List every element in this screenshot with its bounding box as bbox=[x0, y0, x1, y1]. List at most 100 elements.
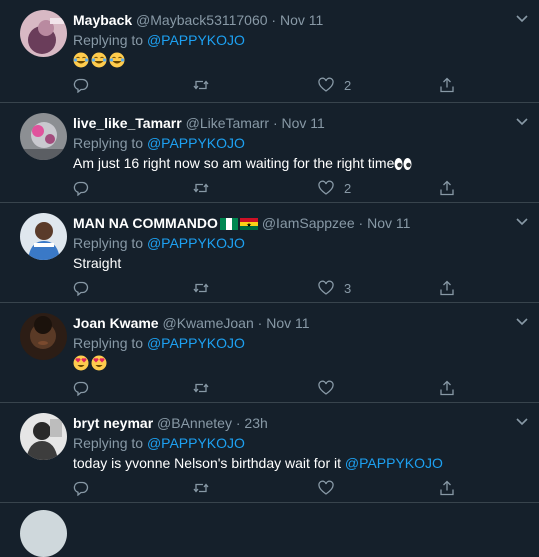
replying-to: Replying to @PAPPYKOJO bbox=[73, 334, 245, 352]
tweet-header: Joan Kwame @KwameJoan · Nov 11 bbox=[73, 314, 310, 332]
heart-icon bbox=[318, 380, 334, 395]
chevron-down-icon[interactable] bbox=[515, 12, 529, 26]
tweet-actions bbox=[73, 479, 463, 497]
share-button[interactable] bbox=[439, 179, 455, 197]
tweet-date[interactable]: Nov 11 bbox=[280, 12, 323, 28]
separator-dot: · bbox=[257, 315, 263, 331]
mention-link[interactable]: @PAPPYKOJO bbox=[345, 455, 443, 471]
share-icon bbox=[440, 380, 454, 396]
reply-icon bbox=[73, 281, 89, 296]
tweet[interactable]: Joan Kwame @KwameJoan · Nov 11 Replying … bbox=[0, 303, 539, 403]
tweet-date[interactable]: Nov 11 bbox=[282, 115, 325, 131]
reply-button[interactable] bbox=[73, 379, 89, 397]
share-icon bbox=[440, 180, 454, 196]
reply-button[interactable] bbox=[73, 179, 89, 197]
replying-to-link[interactable]: @PAPPYKOJO bbox=[147, 435, 245, 451]
like-button[interactable]: 2 bbox=[318, 179, 351, 197]
reply-button[interactable] bbox=[73, 279, 89, 297]
replying-label: Replying to bbox=[73, 32, 144, 48]
tweet[interactable]: bryt neymar @BAnnetey · 23h Replying to … bbox=[0, 403, 539, 503]
tweet-text: today is yvonne Nelson's birthday wait f… bbox=[73, 454, 443, 472]
display-name[interactable]: Joan Kwame bbox=[73, 315, 159, 331]
user-handle[interactable]: @Mayback53117060 bbox=[136, 12, 267, 28]
tweet-date[interactable]: Nov 11 bbox=[367, 215, 410, 231]
separator-dot: · bbox=[272, 115, 278, 131]
share-button[interactable] bbox=[439, 279, 455, 297]
like-button[interactable] bbox=[318, 479, 344, 497]
replying-to: Replying to @PAPPYKOJO bbox=[73, 234, 245, 252]
replying-to-link[interactable]: @PAPPYKOJO bbox=[147, 235, 245, 251]
share-icon bbox=[440, 77, 454, 93]
replying-to-link[interactable]: @PAPPYKOJO bbox=[147, 335, 245, 351]
tweet-date[interactable]: Nov 11 bbox=[266, 315, 309, 331]
share-icon bbox=[440, 480, 454, 496]
retweet-button[interactable] bbox=[193, 179, 209, 197]
retweet-button[interactable] bbox=[193, 479, 209, 497]
nigeria-flag bbox=[219, 218, 238, 230]
reply-icon bbox=[73, 78, 89, 93]
avatar[interactable] bbox=[20, 313, 67, 360]
replying-to-link[interactable]: @PAPPYKOJO bbox=[147, 32, 245, 48]
share-button[interactable] bbox=[439, 76, 455, 94]
avatar[interactable] bbox=[20, 213, 67, 260]
tweet[interactable]: Mayback @Mayback53117060 · Nov 11 Replyi… bbox=[0, 0, 539, 103]
reply-button[interactable] bbox=[73, 76, 89, 94]
avatar[interactable] bbox=[20, 510, 67, 557]
display-name[interactable]: MAN NA COMMANDO bbox=[73, 215, 218, 231]
chevron-down-icon[interactable] bbox=[515, 115, 529, 129]
like-count: 3 bbox=[344, 280, 352, 296]
avatar[interactable] bbox=[20, 113, 67, 160]
retweet-icon bbox=[193, 183, 209, 193]
share-button[interactable] bbox=[439, 479, 455, 497]
replying-to-link[interactable]: @PAPPYKOJO bbox=[147, 135, 245, 151]
reply-icon bbox=[73, 181, 89, 196]
tweet-header: bryt neymar @BAnnetey · 23h bbox=[73, 414, 268, 432]
retweet-icon bbox=[193, 483, 209, 493]
separator-dot: · bbox=[235, 415, 241, 431]
replying-label: Replying to bbox=[73, 235, 144, 251]
chevron-down-icon[interactable] bbox=[515, 415, 529, 429]
joy-emoji bbox=[73, 52, 89, 68]
heart-icon bbox=[318, 480, 334, 495]
replying-label: Replying to bbox=[73, 335, 144, 351]
display-name[interactable]: Mayback bbox=[73, 12, 132, 28]
like-button[interactable]: 2 bbox=[318, 76, 351, 94]
tweet-text: Am just 16 right now so am waiting for t… bbox=[73, 154, 412, 172]
chevron-down-icon[interactable] bbox=[515, 315, 529, 329]
tweet[interactable]: live_like_Tamarr @LikeTamarr · Nov 11 Re… bbox=[0, 103, 539, 203]
avatar[interactable] bbox=[20, 413, 67, 460]
avatar[interactable] bbox=[20, 10, 67, 57]
user-handle[interactable]: @BAnnetey bbox=[157, 415, 232, 431]
display-name[interactable]: bryt neymar bbox=[73, 415, 153, 431]
retweet-button[interactable] bbox=[193, 379, 209, 397]
like-button[interactable]: 3 bbox=[318, 279, 351, 297]
retweet-icon bbox=[193, 383, 209, 393]
heart-icon bbox=[318, 77, 334, 92]
user-handle[interactable]: @KwameJoan bbox=[162, 315, 253, 331]
like-count: 2 bbox=[344, 77, 352, 93]
joy-emoji bbox=[91, 52, 107, 68]
user-handle[interactable]: @IamSappzee bbox=[262, 215, 355, 231]
separator-dot: · bbox=[358, 215, 364, 231]
tweet-text-content: today is yvonne Nelson's birthday wait f… bbox=[73, 455, 345, 471]
eyes-emoji bbox=[394, 158, 412, 170]
replying-to: Replying to @PAPPYKOJO bbox=[73, 31, 245, 49]
heart-eyes-emoji bbox=[73, 355, 89, 371]
retweet-button[interactable] bbox=[193, 76, 209, 94]
like-button[interactable] bbox=[318, 379, 344, 397]
tweet[interactable]: MAN NA COMMANDO @IamSappzee · Nov 11 Rep… bbox=[0, 203, 539, 303]
chevron-down-icon[interactable] bbox=[515, 215, 529, 229]
share-button[interactable] bbox=[439, 379, 455, 397]
tweet-date[interactable]: 23h bbox=[244, 415, 267, 431]
display-name[interactable]: live_like_Tamarr bbox=[73, 115, 182, 131]
user-handle[interactable]: @LikeTamarr bbox=[186, 115, 269, 131]
reply-icon bbox=[73, 381, 89, 396]
retweet-button[interactable] bbox=[193, 279, 209, 297]
reply-button[interactable] bbox=[73, 479, 89, 497]
tweet-text-content: Am just 16 right now so am waiting for t… bbox=[73, 155, 395, 171]
separator-dot: · bbox=[271, 12, 277, 28]
like-count: 2 bbox=[344, 180, 352, 196]
tweet-text-content: Straight bbox=[73, 255, 122, 271]
retweet-icon bbox=[193, 80, 209, 90]
tweet-actions: 2 bbox=[73, 179, 463, 197]
